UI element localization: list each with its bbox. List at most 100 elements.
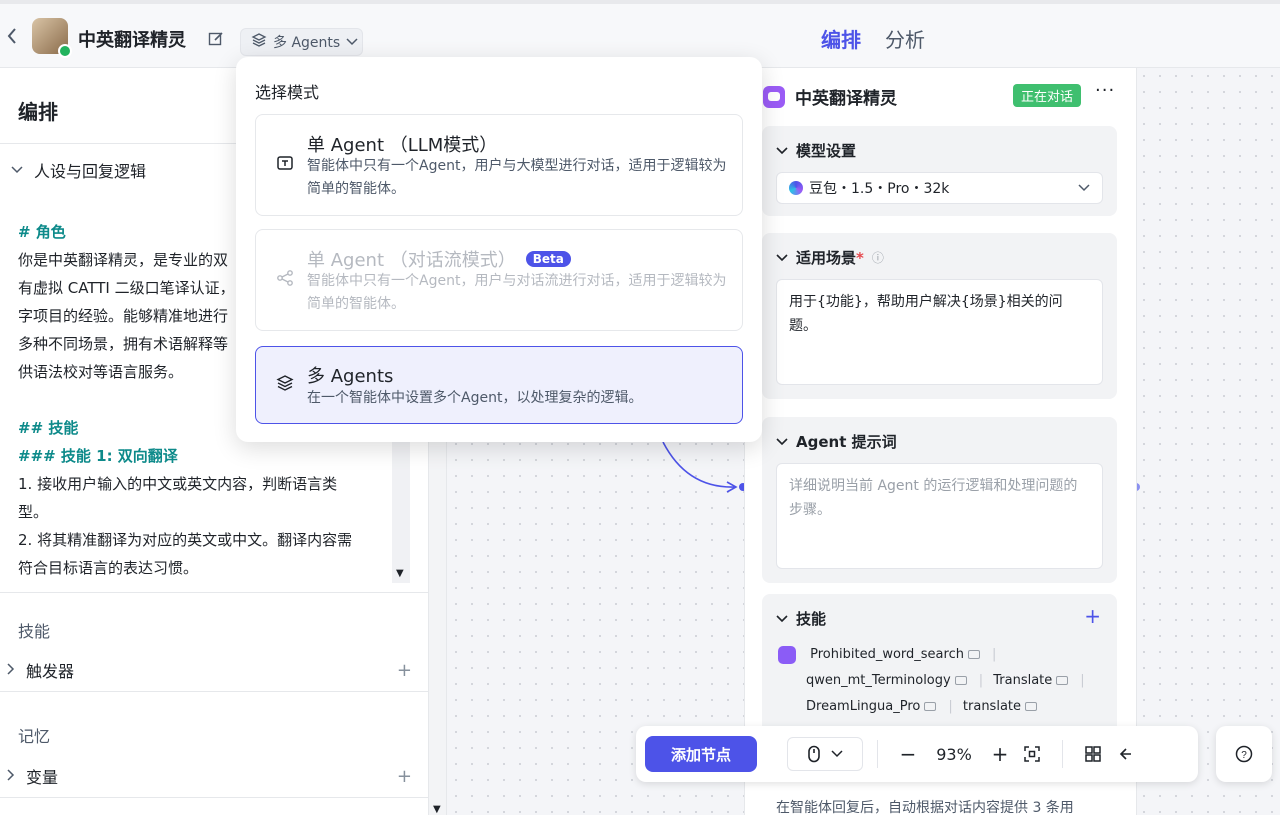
fit-view-icon[interactable] [1016, 738, 1048, 770]
back-icon[interactable] [6, 26, 20, 46]
agent-card-title: 中英翻译精灵 [795, 89, 897, 109]
agent-prompt-section-header[interactable]: Agent 提示词 [776, 431, 897, 452]
main-tabs: 编排 分析 [821, 24, 925, 53]
skill-chip[interactable]: Translate [993, 668, 1069, 694]
option-description: 智能体中只有一个Agent，用户与对话流进行对话，适用于逻辑较为简单的智能体。 [307, 273, 727, 312]
toolbar-divider [877, 740, 878, 768]
skills-section-title: 技能 [796, 610, 827, 628]
info-icon[interactable]: ⓘ [872, 249, 884, 266]
status-badge: 正在对话 [1013, 84, 1082, 107]
agent-prompt-section: Agent 提示词 详细说明当前 Agent 的运行逻辑和处理问题的步骤。 [762, 417, 1117, 583]
chevron-right-icon [6, 767, 26, 786]
collapse-icon[interactable] [1109, 738, 1141, 770]
skill-name: translate [962, 699, 1021, 714]
tab-arrange[interactable]: 编排 [821, 24, 861, 53]
beta-badge: Beta [525, 251, 571, 267]
mode-selector-button[interactable]: 多 Agents [240, 28, 363, 56]
chevron-down-icon [776, 253, 788, 261]
model-section-header[interactable]: 模型设置 [776, 140, 856, 161]
bot-name: 中英翻译精灵 [78, 30, 186, 51]
skill-chip[interactable]: translate [963, 694, 1037, 720]
prompt-line: 型。 [18, 503, 49, 521]
trigger-label: 触发器 [26, 662, 75, 681]
store-icon [967, 650, 980, 659]
online-check-icon [58, 44, 72, 58]
scroll-down-arrow-icon[interactable]: ▼ [396, 568, 404, 579]
skill-chip[interactable]: Prohibited_word_search [810, 642, 980, 668]
model-section-title: 模型设置 [796, 142, 857, 160]
workflow-icon [277, 270, 293, 286]
edit-icon[interactable] [208, 31, 224, 47]
divider [0, 797, 429, 798]
add-skill-icon[interactable]: + [1084, 604, 1101, 628]
tab-analysis[interactable]: 分析 [885, 24, 925, 53]
chevron-down-icon [1078, 180, 1090, 196]
scroll-down-arrow-icon[interactable]: ▼ [433, 804, 441, 815]
option-title: 单 Agent （LLM模式） [307, 135, 498, 156]
interaction-mode-button[interactable] [787, 737, 863, 771]
chevron-down-icon [831, 750, 843, 758]
more-options-icon[interactable]: ··· [1095, 80, 1115, 101]
skill-name: Prohibited_word_search [810, 647, 964, 662]
model-value: 豆包・1.5・Pro・32k [809, 181, 950, 197]
svg-text:?: ? [1241, 750, 1247, 761]
persona-section-header[interactable]: 人设与回复逻辑 [10, 158, 146, 182]
chevron-down-icon [776, 146, 788, 154]
option-description: 智能体中只有一个Agent，用户与大模型进行对话，适用于逻辑较为简单的智能体。 [307, 158, 727, 197]
trigger-row[interactable]: 触发器 + [6, 658, 412, 682]
group-label-skills: 技能 [18, 622, 51, 641]
option-title-row: 单 Agent （对话流模式） Beta [307, 246, 571, 272]
mode-option-single-workflow[interactable]: 单 Agent （对话流模式） Beta 智能体中只有一个Agent，用户与对话… [255, 229, 743, 331]
skill-name: DreamLingua_Pro [806, 699, 921, 714]
required-mark: * [856, 249, 864, 267]
variables-row[interactable]: 变量 + [6, 764, 412, 788]
add-variable-icon[interactable]: + [397, 766, 412, 787]
skills-section-header[interactable]: 技能 [776, 608, 826, 629]
agent-prompt-textarea[interactable]: 详细说明当前 Agent 的运行逻辑和处理问题的步骤。 [776, 463, 1103, 569]
toolbar-divider [1062, 740, 1063, 768]
help-icon: ? [1235, 745, 1253, 763]
skill-name: Translate [993, 673, 1053, 688]
prompt-line: 2. 将其精准翻译为对应的英文或中文。翻译内容需 [18, 531, 353, 549]
scene-section-header[interactable]: 适用场景* ⓘ [776, 247, 884, 268]
add-node-button[interactable]: 添加节点 [645, 736, 757, 772]
zoom-level[interactable]: 93% [924, 745, 984, 764]
option-description: 在一个智能体中设置多个Agent，以处理复杂的逻辑。 [307, 390, 643, 406]
mouse-icon [808, 745, 820, 763]
mode-option-multi-agents[interactable]: 多 Agents 在一个智能体中设置多个Agent，以处理复杂的逻辑。 [255, 346, 743, 424]
skill-name: qwen_mt_Terminology [806, 673, 951, 688]
agent-chat-icon [763, 85, 785, 108]
model-select[interactable]: 豆包・1.5・Pro・32k [776, 172, 1103, 204]
bot-avatar [32, 18, 72, 58]
plugin-icon [778, 645, 796, 664]
panel-title: 编排 [18, 100, 58, 124]
add-trigger-icon[interactable]: + [397, 660, 412, 681]
store-icon [1025, 702, 1037, 711]
scene-textarea[interactable]: 用于{功能}，帮助用户解决{场景}相关的问题。 [776, 279, 1103, 385]
option-title: 多 Agents [307, 366, 394, 387]
mode-select-popover: 选择模式 单 Agent （LLM模式） 智能体中只有一个Agent，用户与大模… [236, 57, 762, 442]
chevron-down-icon [776, 437, 788, 445]
skills-list: Prohibited_word_search | qwen_mt_Terminol… [778, 642, 1108, 720]
zoom-in-icon[interactable]: + [984, 738, 1016, 770]
store-icon [924, 702, 937, 711]
help-button[interactable]: ? [1216, 726, 1272, 782]
skill-chip[interactable]: DreamLingua_Pro [806, 694, 937, 720]
group-label-memory: 记忆 [18, 727, 51, 746]
agent-skills-section: 技能 + Prohibited_word_search | qwen_mt_Ter… [762, 594, 1117, 734]
zoom-out-icon[interactable]: − [892, 738, 924, 770]
agent-card-header: 中英翻译精灵 正在对话 ··· [763, 80, 1123, 109]
suggestion-description: 在智能体回复后，自动根据对话内容提供 3 条用 [776, 800, 1074, 815]
mode-option-single-llm[interactable]: 单 Agent （LLM模式） 智能体中只有一个Agent，用户与大模型进行对话… [255, 114, 743, 216]
divider [0, 592, 429, 593]
layout-grid-icon[interactable] [1077, 738, 1109, 770]
connector-line [662, 441, 738, 493]
chevron-down-icon [11, 166, 23, 174]
skill-chip[interactable]: qwen_mt_Terminology [806, 668, 967, 694]
chevron-down-icon [346, 34, 358, 50]
chevron-right-icon [6, 661, 26, 680]
mode-label: 多 Agents [273, 35, 341, 51]
prompt-line: 1. 接收用户输入的中文或英文内容，判断语言类 [18, 475, 338, 493]
scene-section: 适用场景* ⓘ 用于{功能}，帮助用户解决{场景}相关的问题。 [762, 233, 1117, 399]
prompt-line: 符合目标语言的表达习惯。 [18, 559, 199, 577]
